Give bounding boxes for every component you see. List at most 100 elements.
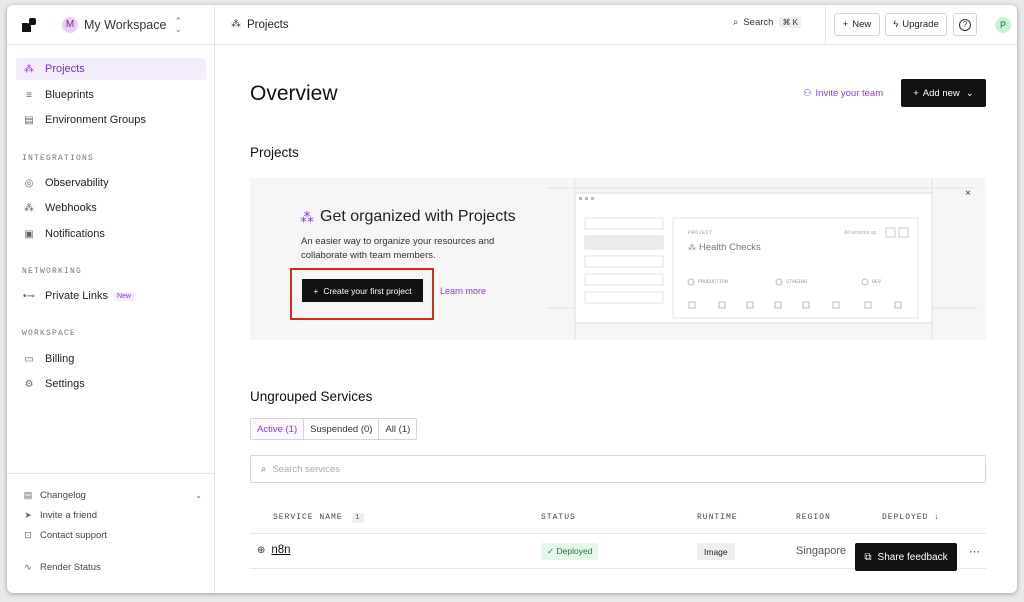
section-title-workspace: WORKSPACE: [22, 329, 77, 338]
sidebar-item-label: Projects: [45, 63, 85, 75]
globe-icon: ⊕: [257, 544, 266, 556]
plus-icon: +: [913, 87, 919, 99]
tab-active[interactable]: Active (1): [251, 419, 305, 439]
divider: [825, 5, 826, 45]
sidebar-item-label: Notifications: [45, 228, 105, 240]
search-input[interactable]: Search services: [272, 464, 340, 475]
new-label: New: [852, 19, 872, 30]
search-label: Search: [743, 17, 774, 28]
sidebar-item-blueprints[interactable]: ≡ Blueprints: [16, 84, 206, 106]
sidebar-item-billing[interactable]: ▭ Billing: [16, 348, 206, 370]
sidebar-item-label: Blueprints: [45, 89, 94, 101]
project-preview-illustration: PROJECT All services up ⁂ Health Checks …: [547, 178, 977, 340]
create-project-button[interactable]: + Create your first project: [302, 279, 423, 302]
column-header-service-name[interactable]: SERVICE NAME 1: [273, 513, 364, 523]
help-button[interactable]: ?: [953, 13, 977, 36]
app-window: M My Workspace ⌃ ⌄ ⁂ Projects ≡ Blueprint…: [7, 5, 1017, 593]
feedback-icon: ⧉: [864, 551, 872, 563]
private-link-icon: •⊸: [23, 290, 35, 302]
mock-env-dev: DEV: [872, 279, 882, 285]
sidebar: M My Workspace ⌃ ⌄ ⁂ Projects ≡ Blueprint…: [7, 5, 215, 593]
search-shortcut: ⌘ K: [779, 17, 801, 28]
mock-project-name: Health Checks: [699, 242, 761, 253]
sidebar-item-label: Billing: [45, 353, 75, 365]
observability-icon: ◎: [24, 177, 34, 189]
projects-icon: ⁂: [688, 243, 696, 252]
tab-suspended[interactable]: Suspended (0): [304, 419, 380, 439]
create-project-label: Create your first project: [323, 285, 412, 296]
service-name[interactable]: ⊕ n8n: [257, 544, 291, 556]
new-button[interactable]: + New: [834, 13, 880, 36]
changelog-icon: ▤: [23, 490, 33, 500]
new-badge: New: [113, 291, 134, 301]
table-header-divider: [250, 533, 986, 534]
invite-team-link[interactable]: ⚇ Invite your team: [803, 88, 883, 99]
gear-icon: ⚙: [24, 378, 34, 390]
sidebar-item-projects[interactable]: ⁂ Projects: [16, 58, 206, 80]
column-header-runtime[interactable]: RUNTIME: [697, 513, 738, 522]
add-new-button[interactable]: + Add new ⌄: [901, 79, 986, 107]
upgrade-button[interactable]: ϟ Upgrade: [885, 13, 947, 36]
changelog-link[interactable]: ▤ Changelog ⌄: [22, 490, 202, 501]
env-group-icon: ▤: [24, 114, 34, 126]
banner-title-text: Get organized with Projects: [320, 208, 516, 225]
workspace-switcher[interactable]: M My Workspace ⌃ ⌄: [7, 5, 215, 45]
mock-project-label: PROJECT: [688, 230, 713, 236]
breadcrumb[interactable]: ⁂ Projects: [231, 19, 289, 31]
invite-label: Invite your team: [815, 88, 884, 99]
tab-all[interactable]: All (1): [379, 419, 416, 439]
plus-icon: +: [313, 285, 319, 296]
status-pulse-icon: ∿: [24, 562, 32, 572]
invite-friend-label: Invite a friend: [40, 510, 98, 521]
more-options-icon[interactable]: ⋯: [969, 545, 980, 558]
sidebar-item-notifications[interactable]: ▣ Notifications: [16, 223, 206, 245]
support-icon: ⊡: [24, 530, 32, 540]
section-title-networking: NETWORKING: [22, 267, 83, 276]
render-status-link[interactable]: ∿ Render Status: [22, 562, 202, 573]
column-header-region[interactable]: REGION: [796, 513, 831, 522]
share-feedback-button[interactable]: ⧉ Share feedback: [855, 543, 957, 571]
changelog-label: Changelog: [40, 490, 86, 501]
region-value: Singapore: [796, 545, 847, 557]
column-header-status[interactable]: STATUS: [541, 513, 576, 522]
render-logo[interactable]: [22, 17, 36, 32]
sidebar-item-label: Settings: [45, 378, 85, 390]
contact-support-label: Contact support: [40, 530, 108, 541]
mock-env-production: PRODUCTION: [698, 279, 729, 285]
sidebar-item-observability[interactable]: ◎ Observability: [16, 172, 206, 194]
close-icon[interactable]: ×: [965, 188, 971, 199]
sidebar-item-environment-groups[interactable]: ▤ Environment Groups: [16, 109, 206, 131]
services-search[interactable]: ⌕ Search services: [250, 455, 986, 483]
add-new-label: Add new: [922, 87, 960, 99]
user-avatar[interactable]: P: [995, 17, 1011, 33]
mock-env-staging: STAGING: [786, 279, 808, 285]
column-header-deployed[interactable]: DEPLOYED ↓: [882, 513, 940, 522]
learn-more-link[interactable]: Learn more: [440, 286, 486, 296]
mock-project-title: ⁂ Health Checks: [688, 242, 761, 253]
global-search-button[interactable]: ⌕ Search ⌘ K: [733, 17, 801, 28]
sidebar-item-webhooks[interactable]: ⁂ Webhooks: [16, 197, 206, 219]
lightning-icon: ϟ: [893, 19, 899, 30]
sidebar-item-private-links[interactable]: •⊸ Private Links New: [16, 285, 206, 307]
invite-friend-link[interactable]: ➤ Invite a friend: [22, 510, 202, 521]
mock-all-services: All services up: [844, 230, 877, 236]
breadcrumb-current: Projects: [247, 18, 289, 31]
page-title: Overview: [250, 82, 338, 105]
chevron-down-icon[interactable]: ⌄: [195, 491, 202, 500]
webhooks-icon: ⁂: [24, 202, 34, 214]
ungrouped-services-heading: Ungrouped Services: [250, 389, 373, 404]
notifications-icon: ▣: [24, 228, 34, 240]
upgrade-label: Upgrade: [902, 19, 939, 30]
contact-support-link[interactable]: ⊡ Contact support: [22, 530, 202, 541]
service-link[interactable]: n8n: [271, 544, 290, 556]
top-bar: ⁂ Projects ⌕ Search ⌘ K + New ϟ Upgrade …: [215, 5, 1017, 45]
blueprint-icon: ≡: [26, 89, 32, 101]
banner-description: An easier way to organize your resources…: [301, 236, 495, 261]
sidebar-item-label: Private Links: [45, 290, 108, 302]
workspace-avatar: M: [62, 16, 78, 33]
projects-banner: PROJECT All services up ⁂ Health Checks …: [250, 178, 986, 340]
sidebar-item-settings[interactable]: ⚙ Settings: [16, 373, 206, 395]
runtime-badge: Image: [697, 543, 735, 560]
banner-title: ⁂ Get organized with Projects: [300, 208, 516, 226]
plus-icon: +: [842, 19, 849, 30]
